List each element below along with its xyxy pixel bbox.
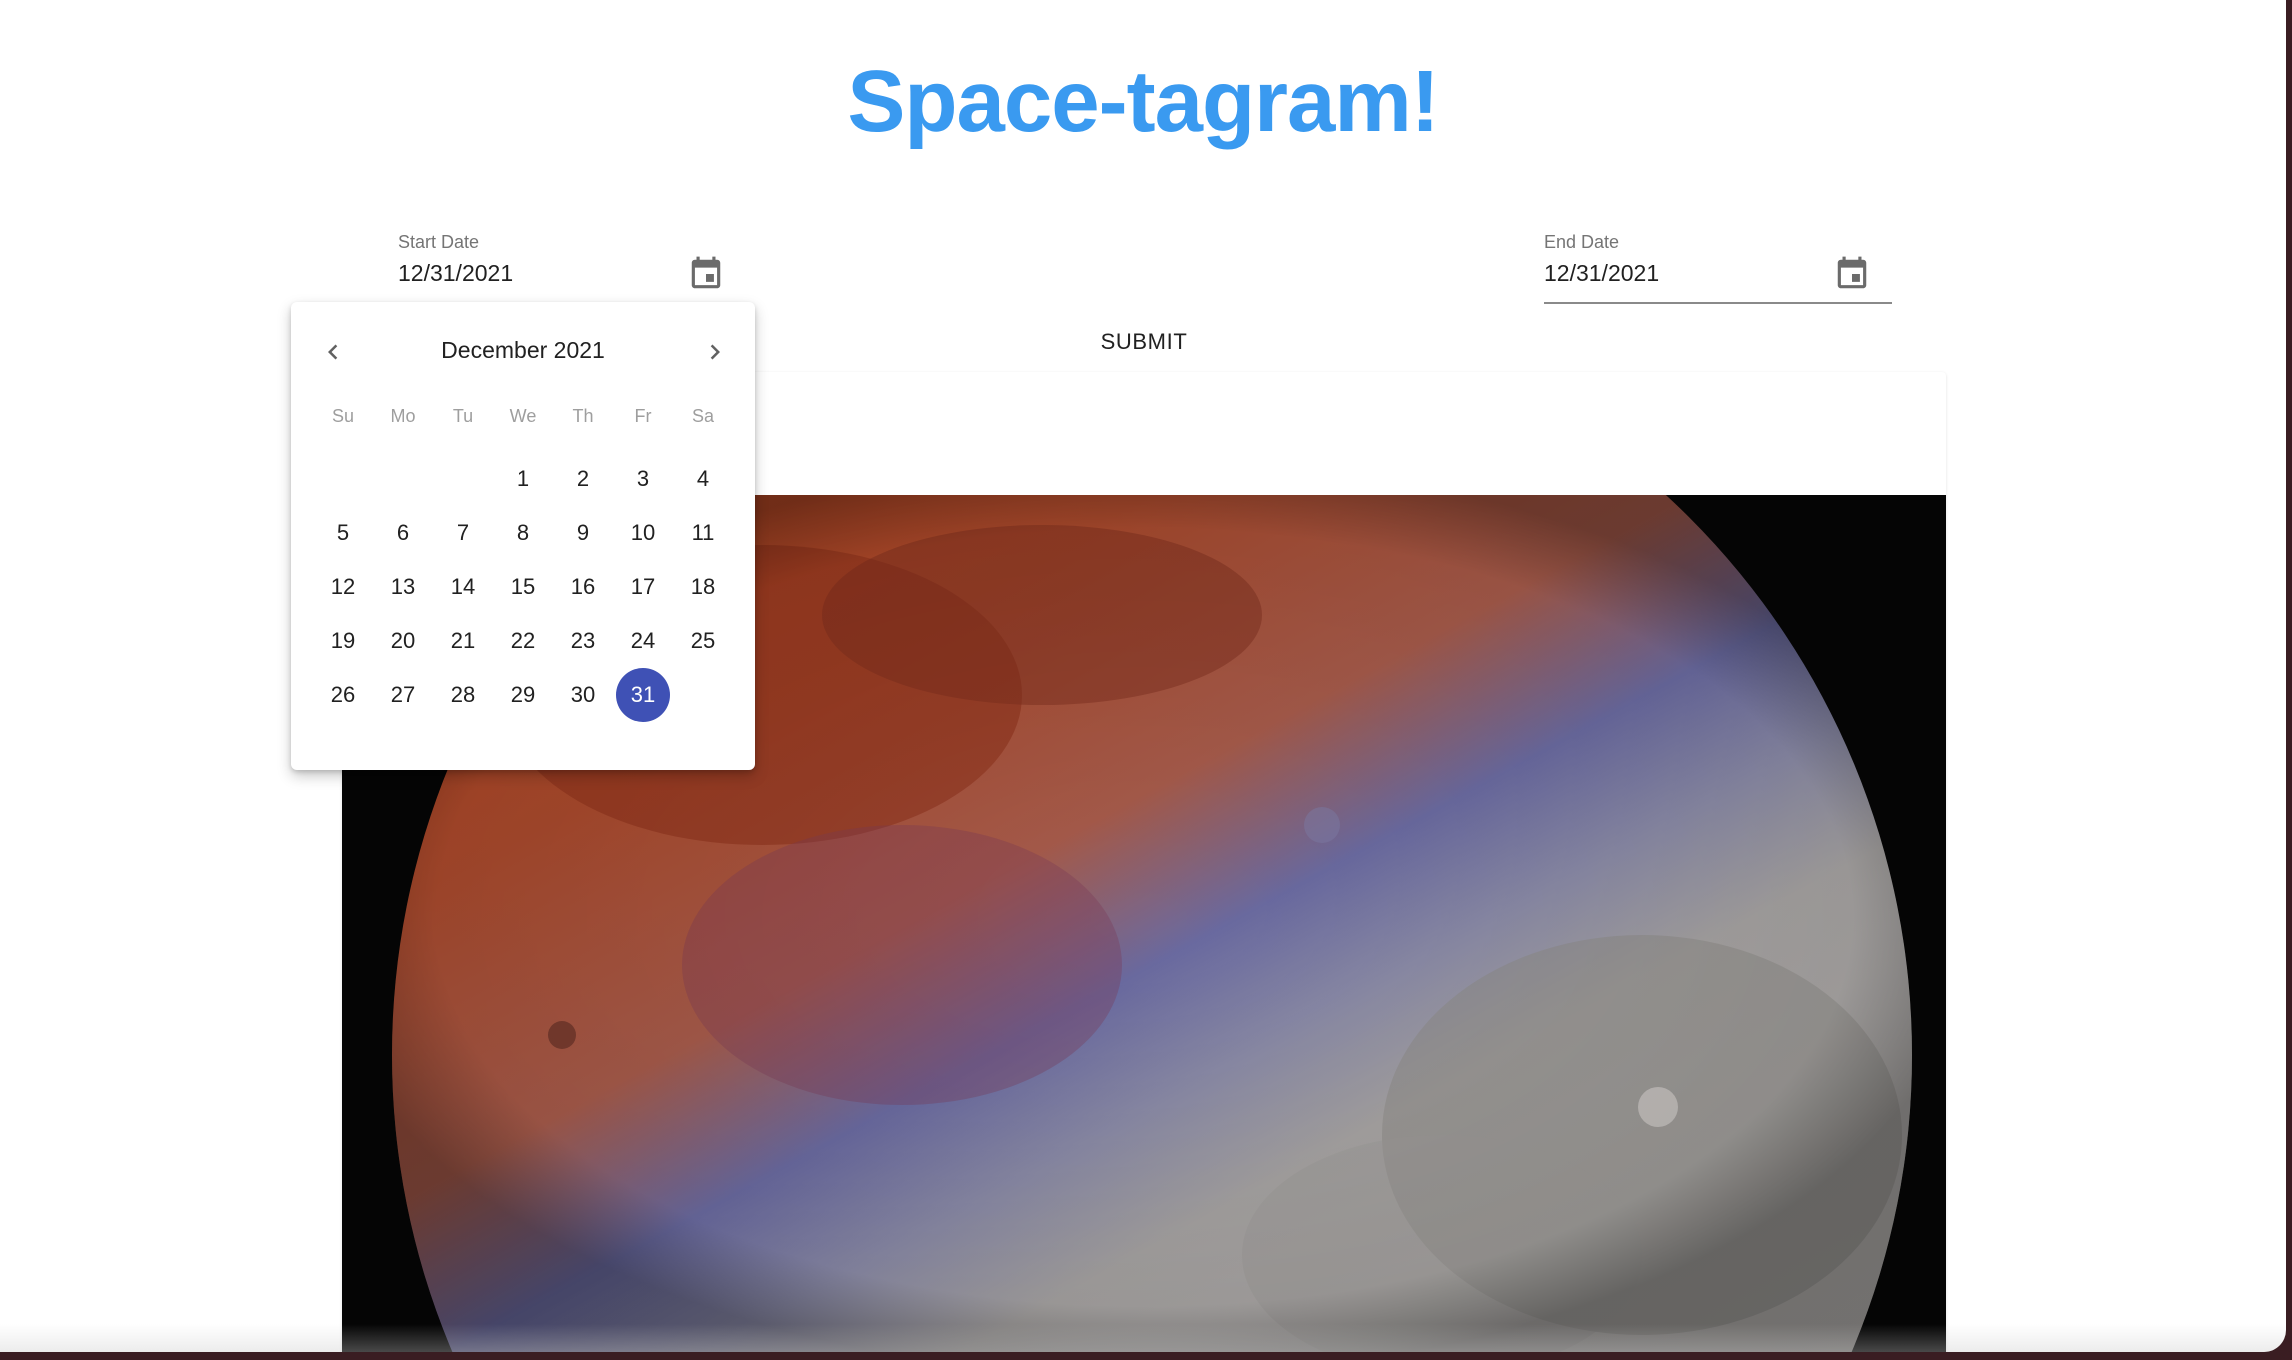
calendar-day[interactable]: 23	[553, 614, 613, 668]
calendar-day[interactable]: 10	[613, 506, 673, 560]
calendar-day[interactable]: 30	[553, 668, 613, 722]
calendar-blank-cell	[313, 452, 373, 506]
calendar-day[interactable]: 28	[433, 668, 493, 722]
calendar-day[interactable]: 19	[313, 614, 373, 668]
calendar-day-label: 1	[516, 466, 530, 491]
next-month-button[interactable]	[691, 328, 739, 376]
calendar-day-label: 7	[456, 520, 470, 545]
calendar-day-label: 16	[570, 574, 596, 599]
calendar-day-label: 31	[616, 668, 670, 722]
calendar-day-label: 21	[450, 628, 476, 653]
calendar-day-label: 9	[576, 520, 590, 545]
calendar-day-label: 30	[570, 682, 596, 707]
calendar-day-label: 2	[576, 466, 590, 491]
calendar-day[interactable]: 21	[433, 614, 493, 668]
calendar-day[interactable]: 6	[373, 506, 433, 560]
calendar-day-label: 8	[516, 520, 530, 545]
calendar-day[interactable]: 7	[433, 506, 493, 560]
calendar-day[interactable]: 27	[373, 668, 433, 722]
weekday-label: Th	[572, 406, 594, 426]
calendar-day-label: 17	[630, 574, 656, 599]
calendar-day-label: 12	[330, 574, 356, 599]
calendar-day-label: 28	[450, 682, 476, 707]
calendar-day[interactable]: 22	[493, 614, 553, 668]
calendar-icon[interactable]	[686, 254, 726, 294]
page-title: Space-tagram!	[847, 53, 1439, 150]
calendar-day[interactable]: 29	[493, 668, 553, 722]
weekday-label: Su	[331, 406, 355, 426]
end-date-underline	[1544, 302, 1892, 304]
calendar-day[interactable]: 9	[553, 506, 613, 560]
calendar-day[interactable]: 24	[613, 614, 673, 668]
start-date-label: Start Date	[398, 232, 480, 252]
calendar-day-label: 11	[691, 520, 715, 545]
calendar-day-label: 19	[330, 628, 356, 653]
calendar-day[interactable]: 26	[313, 668, 373, 722]
calendar-day[interactable]: 13	[373, 560, 433, 614]
end-date-label: End Date	[1544, 232, 1620, 252]
submit-button[interactable]: SUBMIT	[1076, 322, 1212, 362]
start-date-input[interactable]: 12/31/2021	[398, 260, 513, 287]
calendar-day-selected[interactable]: 31	[613, 668, 673, 722]
calendar-day-label: 24	[630, 628, 656, 653]
calendar-day[interactable]: 20	[373, 614, 433, 668]
calendar-day-label: 5	[336, 520, 350, 545]
calendar-day-label: 22	[510, 628, 536, 653]
calendar-day-label: 27	[390, 682, 416, 707]
end-date-input[interactable]: 12/31/2021	[1544, 260, 1659, 287]
chevron-right-icon	[710, 344, 720, 360]
weekday-header: Su Mo Tu We Th Fr Sa	[313, 406, 733, 427]
weekday-label: Fr	[634, 406, 652, 426]
calendar-day[interactable]: 25	[673, 614, 733, 668]
calendar-day-label: 6	[396, 520, 410, 545]
calendar-day[interactable]: 16	[553, 560, 613, 614]
calendar-day-label: 10	[630, 520, 656, 545]
calendar-blank-cell	[433, 452, 493, 506]
calendar-day-label: 14	[450, 574, 476, 599]
calendar-day-label: 13	[390, 574, 416, 599]
calendar-day[interactable]: 17	[613, 560, 673, 614]
calendar-day[interactable]: 4	[673, 452, 733, 506]
calendar-day[interactable]: 11	[673, 506, 733, 560]
calendar-day-label: 20	[390, 628, 416, 653]
end-date-field[interactable]: End Date 12/31/2021	[1544, 232, 1892, 304]
calendar-day[interactable]: 5	[313, 506, 373, 560]
calendar-day[interactable]: 15	[493, 560, 553, 614]
calendar-day[interactable]: 12	[313, 560, 373, 614]
weekday-label: Sa	[691, 406, 715, 426]
calendar-day-label: 23	[570, 628, 596, 653]
start-date-field[interactable]: Start Date 12/31/2021	[398, 232, 746, 304]
calendar-day[interactable]: 2	[553, 452, 613, 506]
app-page: Space-tagram! Start Date 12/31/2021 End …	[0, 0, 2286, 1352]
calendar-month-label: December 2021	[441, 337, 605, 363]
calendar-day-grid: 1 2 3 4 5 6 7 8 9 10 11 12 13 14 15 16 17 18 19 20 21 22 23 24 2…	[313, 452, 733, 722]
calendar-day[interactable]: 1	[493, 452, 553, 506]
calendar-blank-cell	[373, 452, 433, 506]
calendar-day-label: 3	[636, 466, 650, 491]
calendar-day-label: 4	[696, 466, 710, 491]
calendar-day-label: 25	[690, 628, 716, 653]
weekday-label: Tu	[452, 406, 474, 426]
calendar-day[interactable]: 3	[613, 452, 673, 506]
weekday-label: Mo	[390, 406, 416, 426]
date-picker-popover: December 2021 Su Mo Tu We Th Fr Sa 12345…	[291, 302, 755, 770]
calendar-day[interactable]: 8	[493, 506, 553, 560]
calendar-day-label: 29	[510, 682, 536, 707]
calendar-day[interactable]: 14	[433, 560, 493, 614]
calendar-day-label: 18	[690, 574, 716, 599]
calendar-day[interactable]: 18	[673, 560, 733, 614]
calendar-day-label: 15	[510, 574, 536, 599]
calendar-icon[interactable]	[1832, 254, 1872, 294]
weekday-label: We	[509, 406, 537, 426]
calendar-day-label: 26	[330, 682, 356, 707]
